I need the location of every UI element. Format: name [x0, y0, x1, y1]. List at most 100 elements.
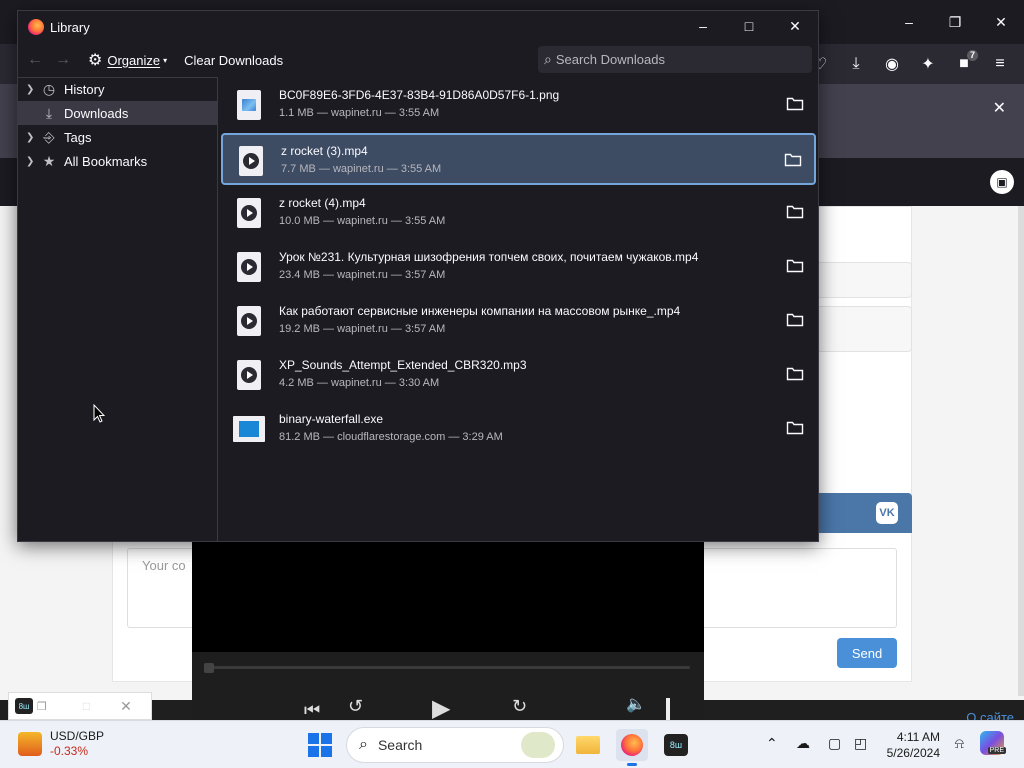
download-meta: 81.2 MB — cloudflarestorage.com — 3:29 A…: [279, 431, 503, 443]
download-item[interactable]: z rocket (3).mp4 7.7 MB — wapinet.ru — 3…: [221, 133, 816, 185]
close-icon[interactable]: ✕: [978, 0, 1024, 44]
folder-icon[interactable]: [786, 420, 804, 436]
volume-icon[interactable]: 🔈: [626, 694, 646, 714]
video-player[interactable]: ⏮ ↺ ▶ ↻ 🔈: [192, 540, 704, 723]
forward-arrow-icon[interactable]: →: [52, 51, 74, 69]
folder-icon[interactable]: [786, 258, 804, 274]
currency-widget[interactable]: USD/GBP -0.33%: [18, 729, 104, 759]
clear-downloads-button[interactable]: Clear Downloads: [184, 53, 283, 68]
search-input[interactable]: [555, 52, 796, 67]
lock-icon[interactable]: ▣: [990, 170, 1014, 194]
forward-5-icon[interactable]: ↻: [512, 696, 527, 717]
restore-icon[interactable]: ❐: [932, 0, 978, 44]
volume-slider[interactable]: [666, 698, 670, 720]
extension-icon[interactable]: ■ 7: [948, 48, 980, 80]
downloads-list: BC0F89E6-3FD6-4E37-83B4-91D86A0D57F6-1.p…: [219, 77, 818, 541]
download-filename: binary-waterfall.exe: [279, 412, 384, 426]
downloads-icon[interactable]: ⤓: [840, 48, 872, 80]
browser-window-controls: – ❐ ✕: [886, 0, 1024, 44]
rewind-5-icon[interactable]: ↺: [348, 696, 363, 717]
tag-icon: ⎆: [43, 128, 55, 145]
chevron-right-icon[interactable]: ❯: [26, 156, 36, 167]
folder-icon[interactable]: [786, 366, 804, 382]
download-item[interactable]: XP_Sounds_Attempt_Extended_CBR320.mp3 4.…: [221, 349, 816, 401]
sidebar-item-label: History: [64, 81, 105, 97]
notification-close-icon[interactable]: ✕: [993, 98, 1006, 118]
notification-bell-icon[interactable]: ⍾: [955, 735, 964, 752]
download-icon: ⤓: [45, 104, 53, 121]
display-icon[interactable]: ▢: [828, 735, 841, 752]
chevron-right-icon[interactable]: ❯: [26, 84, 36, 95]
chevron-right-icon[interactable]: ❯: [26, 132, 36, 143]
close-icon[interactable]: ✕: [772, 11, 818, 41]
network-icon[interactable]: ◰: [854, 735, 867, 752]
player-app-icon: 8ш: [15, 698, 33, 714]
previous-icon[interactable]: ⏮: [304, 700, 320, 721]
extensions-icon[interactable]: ✦: [912, 48, 944, 80]
sidebar-item-history[interactable]: ❯ ◷ History: [18, 77, 218, 101]
mouse-cursor-icon: [93, 404, 105, 423]
sidebar-item-all-bookmarks[interactable]: ❯ ★ All Bookmarks: [18, 149, 218, 173]
seek-thumb[interactable]: [204, 663, 214, 673]
download-meta: 10.0 MB — wapinet.ru — 3:55 AM: [279, 215, 446, 227]
folder-icon[interactable]: [786, 204, 804, 220]
sidebar-item-tags[interactable]: ❯ ⎆ Tags: [18, 125, 218, 149]
download-item[interactable]: Как работают сервисные инженеры компании…: [221, 295, 816, 347]
download-meta: 23.4 MB — wapinet.ru — 3:57 AM: [279, 269, 446, 281]
clock-icon: ◷: [42, 80, 56, 97]
restore-icon[interactable]: ❐: [37, 700, 47, 713]
firefox-taskbar-button[interactable]: [616, 729, 648, 766]
window-title: Library: [50, 19, 90, 35]
minimize-icon[interactable]: –: [680, 11, 726, 41]
maximize-icon[interactable]: □: [83, 699, 90, 713]
extension-badge: 7: [966, 50, 978, 61]
form-field[interactable]: [816, 306, 912, 352]
search-icon: ⌕: [359, 736, 368, 753]
send-button[interactable]: Send: [837, 638, 897, 668]
folder-icon[interactable]: [786, 312, 804, 328]
close-icon[interactable]: ✕: [120, 698, 132, 715]
system-clock[interactable]: 4:11 AM 5/26/2024: [887, 729, 940, 761]
pip-window-tile[interactable]: 8ш ❐ □ ✕: [8, 692, 152, 720]
back-arrow-icon[interactable]: ←: [24, 51, 46, 69]
maximize-icon[interactable]: □: [726, 11, 772, 41]
download-filename: BC0F89E6-3FD6-4E37-83B4-91D86A0D57F6-1.p…: [279, 88, 560, 102]
player-taskbar-button[interactable]: 8ш: [660, 729, 692, 761]
menu-icon[interactable]: ≡: [984, 48, 1016, 80]
image-file-icon: [237, 90, 261, 120]
download-item[interactable]: binary-waterfall.exe 81.2 MB — cloudflar…: [221, 403, 816, 455]
copilot-badge: PRE: [987, 747, 1006, 754]
taskbar-search[interactable]: ⌕ Search: [346, 727, 564, 763]
chevron-up-icon[interactable]: ⌃: [766, 735, 778, 752]
play-icon[interactable]: ▶: [432, 694, 450, 723]
chevron-down-icon: ▾: [163, 55, 168, 65]
download-item[interactable]: z rocket (4).mp4 10.0 MB — wapinet.ru — …: [221, 187, 816, 239]
file-explorer-button[interactable]: [572, 729, 604, 761]
sidebar-item-label: Downloads: [64, 105, 129, 121]
minimize-icon[interactable]: –: [886, 0, 932, 44]
seek-bar[interactable]: [204, 666, 690, 669]
download-filename: z rocket (4).mp4: [279, 196, 366, 210]
organize-button[interactable]: ⚙ Organize ▾: [88, 50, 167, 70]
download-meta: 7.7 MB — wapinet.ru — 3:55 AM: [281, 163, 442, 175]
library-titlebar[interactable]: Library – □ ✕: [18, 11, 818, 43]
folder-icon: [576, 736, 600, 754]
star-icon: ★: [42, 152, 56, 169]
start-button[interactable]: [308, 733, 332, 757]
firefox-icon: [28, 19, 44, 35]
audio-file-icon: [237, 360, 261, 390]
vk-icon[interactable]: VK: [876, 502, 898, 524]
library-toolbar: ← → ⚙ Organize ▾ Clear Downloads ⌕: [18, 43, 818, 77]
form-field[interactable]: [816, 262, 912, 298]
download-item[interactable]: Урок №231. Культурная шизофрения топчем …: [221, 241, 816, 293]
comment-placeholder: Your co: [142, 558, 186, 573]
folder-icon[interactable]: [784, 152, 802, 168]
sidebar-item-downloads[interactable]: ⤓ Downloads: [18, 101, 218, 125]
account-icon[interactable]: ◉: [876, 48, 908, 80]
folder-icon[interactable]: [786, 96, 804, 112]
page-scrollbar[interactable]: [1018, 206, 1024, 696]
download-item[interactable]: BC0F89E6-3FD6-4E37-83B4-91D86A0D57F6-1.p…: [221, 79, 816, 131]
search-box[interactable]: ⌕: [538, 46, 812, 73]
library-window: Library – □ ✕ ← → ⚙ Organize ▾ Clear Dow…: [17, 10, 819, 542]
cloud-offline-icon[interactable]: ☁: [796, 735, 810, 752]
